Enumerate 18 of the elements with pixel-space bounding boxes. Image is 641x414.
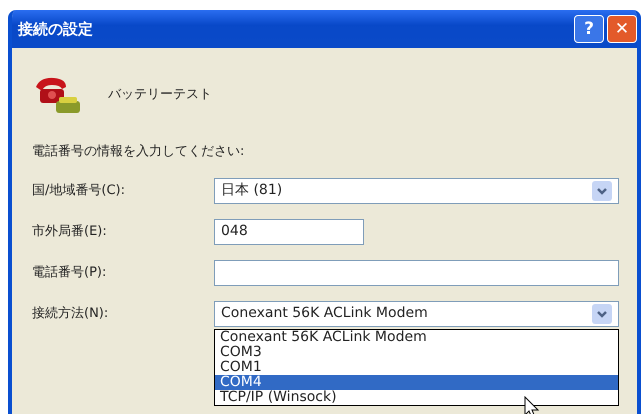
dropdown-field[interactable]: 日本 (81) — [214, 178, 619, 204]
field-label: 接続方法(N): — [32, 304, 110, 323]
dropdown-option[interactable]: COM4 — [215, 374, 618, 390]
field-label: 電話番号(P): — [32, 264, 108, 282]
input-field[interactable]: 048 — [214, 218, 364, 244]
dropdown-option[interactable]: COM3 — [215, 344, 618, 360]
dropdown-option[interactable]: TCP/IP (Winsock) — [215, 390, 618, 404]
field-label: 国/地域番号(C): — [32, 182, 126, 200]
instruction-text: 電話番号の情報を入力してください: — [32, 143, 246, 161]
help-button[interactable]: ? — [574, 15, 604, 43]
window-title: 接続の設定 — [18, 18, 94, 40]
dropdown-option[interactable]: COM1 — [215, 360, 618, 374]
dropdown-field[interactable]: Conexant 56K ACLink Modem — [214, 300, 619, 326]
field-label: 市外局番(E): — [32, 222, 108, 241]
dropdown-option[interactable]: Conexant 56K ACLink Modem — [215, 330, 618, 344]
input-field[interactable] — [214, 260, 619, 286]
connection-name: バッテリーテスト — [108, 86, 212, 104]
close-button[interactable]: ✕ — [607, 15, 637, 43]
